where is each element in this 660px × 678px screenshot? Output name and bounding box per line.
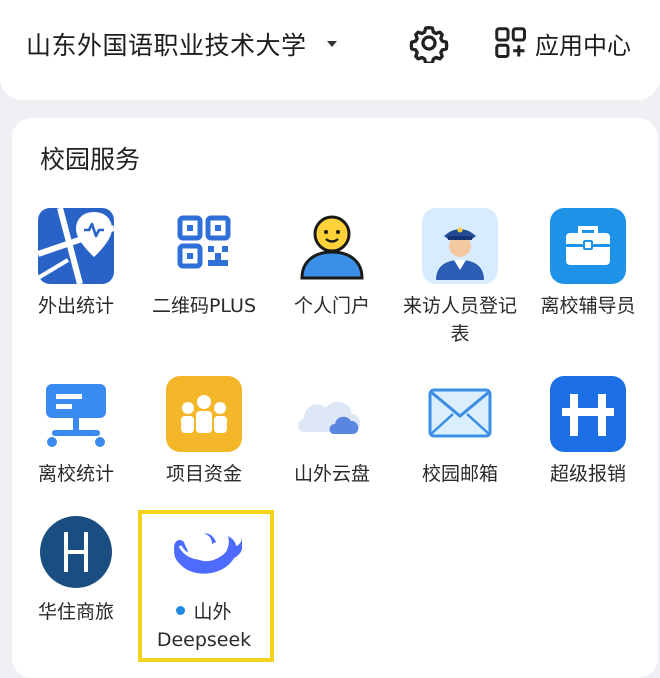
- security-guard-icon: [422, 208, 498, 284]
- app-center-button[interactable]: 应用中心: [493, 24, 631, 62]
- app-label: 项目资金: [165, 463, 242, 485]
- app-label: 二维码PLUS: [151, 295, 257, 317]
- app-leaving-counselor[interactable]: 离校辅导员: [524, 208, 652, 320]
- app-visitor-register[interactable]: 来访人员登记表: [396, 208, 524, 348]
- app-personal-portal[interactable]: 个人门户: [268, 208, 396, 320]
- school-selector[interactable]: 山东外国语职业技术大学: [26, 26, 337, 62]
- app-label: 超级报销: [549, 463, 626, 485]
- cloud-icon: [298, 401, 361, 434]
- app-leaving-stats[interactable]: 离校统计: [12, 376, 140, 488]
- app-label: 华住商旅: [37, 601, 114, 623]
- app-label: 山外云盘: [293, 463, 370, 485]
- app-label: 离校统计: [37, 463, 114, 485]
- app-label: 个人门户: [293, 295, 370, 317]
- app-grid-icon: [495, 27, 526, 58]
- group-people-icon: [166, 376, 242, 452]
- presentation-board-icon: [46, 384, 106, 447]
- map-location-icon: [38, 208, 114, 284]
- envelope-icon: [428, 388, 492, 438]
- app-label: 离校辅导员: [540, 295, 636, 317]
- qrcode-icon: [177, 215, 231, 269]
- app-label: 来访人员登记表: [402, 295, 517, 345]
- app-outing-stats[interactable]: 外出统计: [12, 208, 140, 320]
- reimburse-logo-icon: [550, 376, 626, 452]
- campus-services-card: 校园服务 外出统计 二维码PLUS 个人门户 来访人员登记表 离校辅导员 离校统…: [12, 118, 658, 678]
- app-super-reimburse[interactable]: 超级报销: [524, 376, 652, 488]
- app-cloud-drive[interactable]: 山外云盘: [268, 376, 396, 488]
- school-name: 山东外国语职业技术大学: [26, 31, 307, 60]
- app-huazhu-travel[interactable]: 华住商旅: [12, 514, 140, 626]
- section-title: 校园服务: [40, 145, 141, 174]
- huazhu-logo-icon: [40, 516, 112, 588]
- selection-highlight: [138, 510, 274, 662]
- chevron-down-icon: [326, 41, 337, 47]
- briefcase-icon: [550, 208, 626, 284]
- app-project-funds[interactable]: 项目资金: [140, 376, 268, 488]
- app-label: 校园邮箱: [421, 463, 498, 485]
- top-bar: 山东外国语职业技术大学 应用中心: [0, 0, 660, 100]
- app-qrcode-plus[interactable]: 二维码PLUS: [140, 208, 268, 320]
- app-center-label: 应用中心: [535, 31, 631, 60]
- app-campus-mail[interactable]: 校园邮箱: [396, 376, 524, 488]
- gear-icon[interactable]: [409, 23, 449, 63]
- app-label: 外出统计: [37, 295, 114, 317]
- user-avatar-icon: [300, 215, 364, 280]
